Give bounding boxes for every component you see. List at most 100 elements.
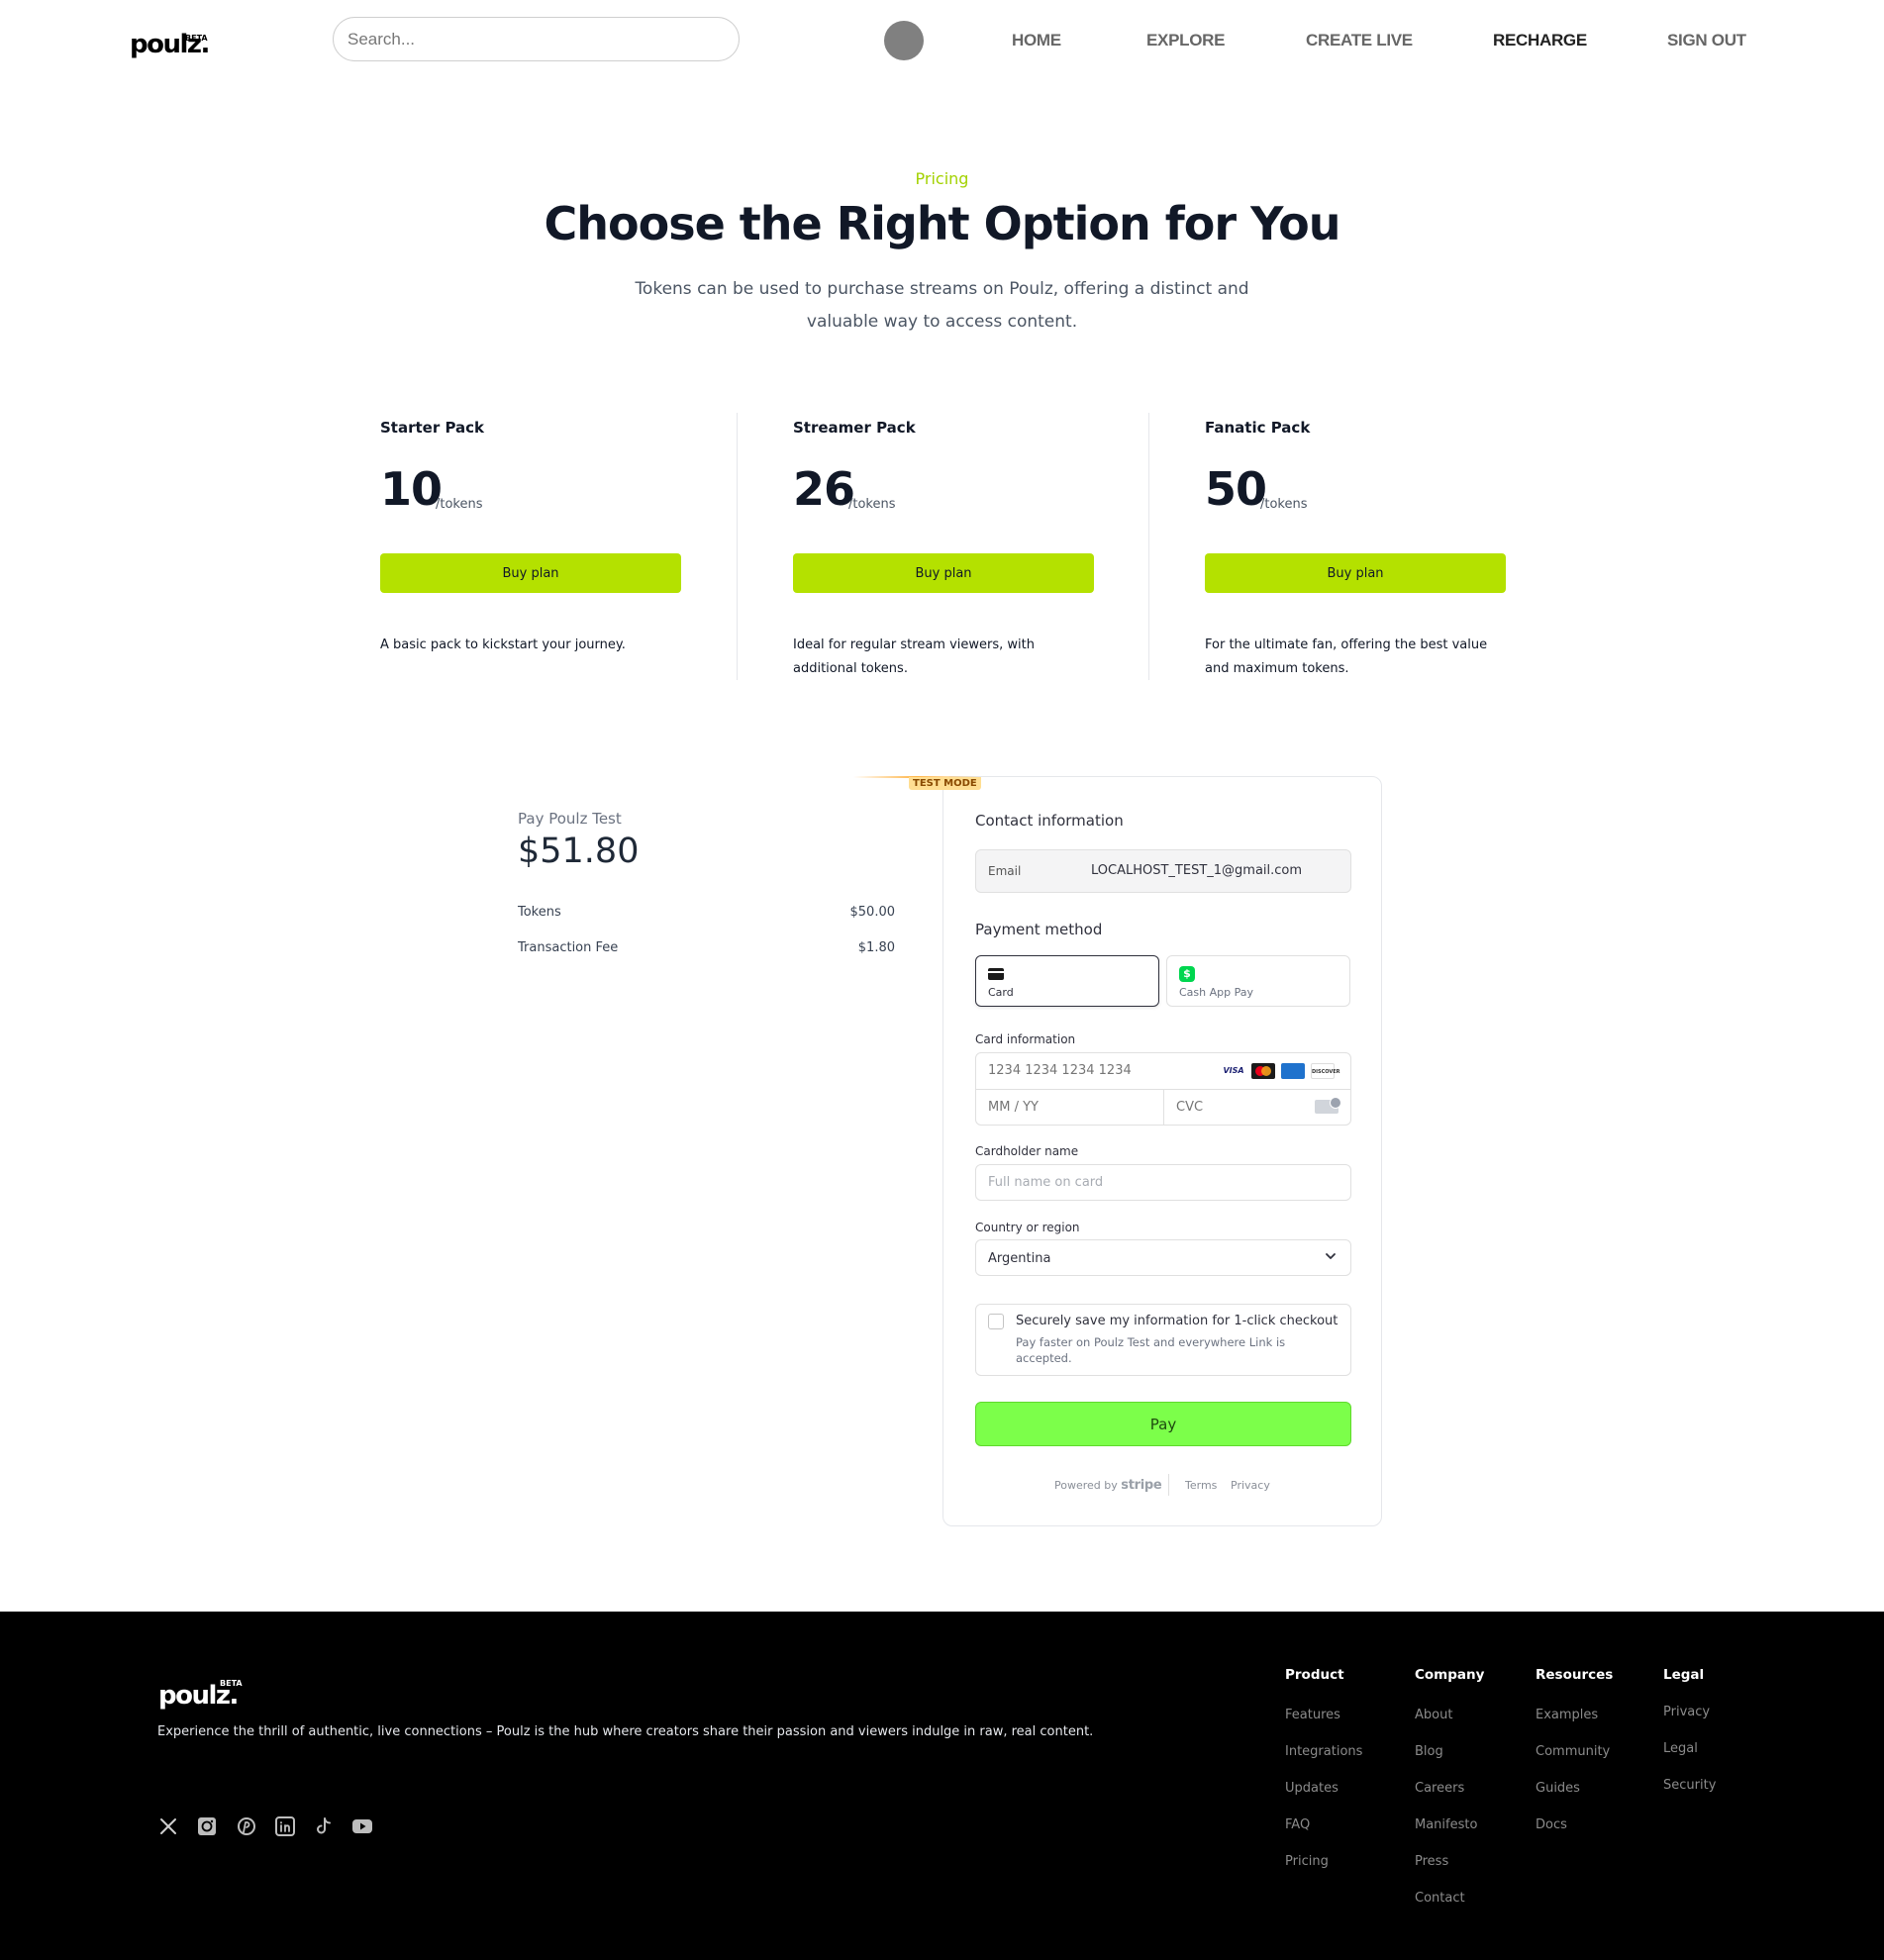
stripe-logo: stripe (1121, 1478, 1162, 1493)
footer-link[interactable]: Integrations (1285, 1744, 1362, 1759)
footer-link[interactable]: Updates (1285, 1781, 1339, 1796)
footer-link[interactable]: Contact (1415, 1891, 1465, 1906)
card-brand-icons: VISA DISCOVER (1217, 1063, 1340, 1079)
buy-plan-button-starter[interactable]: Buy plan (380, 553, 681, 593)
nav-home[interactable]: HOME (1012, 31, 1061, 50)
divider (1163, 1090, 1164, 1126)
beta-badge: BETA (185, 34, 208, 43)
powered-by-stripe[interactable]: Powered by stripe (1054, 1478, 1162, 1493)
payment-tab-card[interactable]: Card (975, 955, 1159, 1007)
terms-link[interactable]: Terms (1185, 1479, 1217, 1492)
payment-tab-cash-app[interactable]: $ Cash App Pay (1166, 955, 1350, 1007)
country-label: Country or region (975, 1221, 1080, 1234)
nav-explore[interactable]: EXPLORE (1146, 31, 1225, 50)
payment-tab-label: Cash App Pay (1179, 986, 1253, 999)
footer-link[interactable]: Examples (1536, 1708, 1598, 1722)
search-input[interactable] (333, 17, 740, 61)
email-value: LOCALHOST_TEST_1@gmail.com (1091, 863, 1303, 878)
plan-price: 10 (380, 462, 443, 516)
buy-plan-button-streamer[interactable]: Buy plan (793, 553, 1094, 593)
plan-card-starter: Starter Pack 10 Buy plan A basic pack to… (325, 413, 737, 680)
footer-link[interactable]: Legal (1663, 1741, 1698, 1756)
footer-link[interactable]: Security (1663, 1778, 1716, 1793)
line-item-label: Transaction Fee (518, 940, 619, 955)
page-subtitle: Tokens can be used to purchase streams o… (635, 279, 1249, 332)
pay-merchant-label: Pay Poulz Test (518, 810, 622, 828)
page-title: Choose the Right Option for You (544, 197, 1340, 250)
country-select[interactable]: Argentina (975, 1239, 1351, 1276)
footer-link[interactable]: FAQ (1285, 1817, 1310, 1832)
footer-link[interactable]: About (1415, 1708, 1452, 1722)
card-info-group: VISA DISCOVER (975, 1052, 1351, 1126)
footer-link[interactable]: Privacy (1663, 1705, 1710, 1719)
linkedin-icon[interactable] (275, 1816, 295, 1836)
line-item-amount: $1.80 (857, 940, 895, 955)
plan-description: A basic pack to kickstart your journey. (380, 637, 626, 652)
plan-price: 26 (793, 462, 855, 516)
footer-col-heading: Product (1285, 1667, 1344, 1683)
user-avatar[interactable] (884, 21, 924, 60)
footer-link[interactable]: Blog (1415, 1744, 1443, 1759)
nav-recharge[interactable]: RECHARGE (1493, 31, 1587, 50)
beta-badge: BETA (220, 1679, 243, 1688)
buy-plan-button-fanatic[interactable]: Buy plan (1205, 553, 1506, 593)
test-mode-badge: TEST MODE (909, 777, 981, 790)
line-item-amount: $50.00 (849, 905, 896, 920)
cvc-input[interactable] (1176, 1100, 1305, 1115)
poulz-logo[interactable]: poulz. BETA (130, 30, 210, 59)
cvc-icon (1315, 1097, 1341, 1114)
nav-sign-out[interactable]: SIGN OUT (1667, 31, 1746, 50)
card-info-label: Card information (975, 1032, 1076, 1046)
youtube-icon[interactable] (351, 1816, 373, 1836)
save-info-title: Securely save my information for 1-click… (1016, 1314, 1339, 1328)
plan-price: 50 (1205, 462, 1267, 516)
plan-unit-fanatic: /tokens (1260, 497, 1308, 512)
email-label: Email (988, 864, 1022, 878)
footer-link[interactable]: Manifesto (1415, 1817, 1477, 1832)
amex-icon (1281, 1063, 1305, 1079)
cardholder-name-input[interactable] (975, 1164, 1351, 1201)
footer-link[interactable]: Docs (1536, 1817, 1567, 1832)
site-footer: poulz. BETA Experience the thrill of aut… (0, 1612, 1884, 1960)
contact-info-heading: Contact information (975, 812, 1124, 830)
x-icon[interactable] (158, 1816, 178, 1836)
visa-icon: VISA (1222, 1063, 1245, 1079)
plan-card-streamer: Streamer Pack 26 Buy plan Ideal for regu… (737, 413, 1148, 680)
footer-link[interactable]: Press (1415, 1854, 1448, 1869)
email-field[interactable]: Email LOCALHOST_TEST_1@gmail.com (975, 849, 1351, 893)
save-info-checkbox[interactable] (988, 1314, 1004, 1329)
footer-link[interactable]: Careers (1415, 1781, 1464, 1796)
divider (1168, 1474, 1169, 1496)
plan-name: Streamer Pack (793, 419, 916, 437)
instagram-icon[interactable] (197, 1816, 217, 1836)
site-header: poulz. BETA HOME EXPLORE CREATE LIVE REC… (0, 0, 1884, 81)
footer-link[interactable]: Pricing (1285, 1854, 1329, 1869)
footer-link[interactable]: Guides (1536, 1781, 1580, 1796)
tiktok-icon[interactable] (314, 1816, 334, 1836)
footer-tagline: Experience the thrill of authentic, live… (157, 1724, 1094, 1739)
footer-logo[interactable]: poulz. BETA (158, 1679, 243, 1711)
footer-col-heading: Company (1415, 1667, 1485, 1683)
discover-icon: DISCOVER (1311, 1063, 1340, 1079)
footer-col-heading: Legal (1663, 1667, 1705, 1683)
cardholder-label: Cardholder name (975, 1144, 1079, 1158)
pay-button[interactable]: Pay (975, 1402, 1351, 1446)
plan-description: For the ultimate fan, offering the best … (1205, 637, 1488, 676)
pinterest-icon[interactable] (237, 1816, 256, 1836)
powered-by-text: Powered by (1054, 1479, 1118, 1492)
country-value: Argentina (988, 1251, 1051, 1266)
credit-card-icon (988, 968, 1004, 980)
pricing-eyebrow: Pricing (915, 169, 969, 188)
privacy-link[interactable]: Privacy (1231, 1479, 1270, 1492)
expiry-input[interactable] (988, 1100, 1156, 1115)
nav-create-live[interactable]: CREATE LIVE (1306, 31, 1413, 50)
plan-unit-starter: /tokens (436, 497, 483, 512)
plan-name: Fanatic Pack (1205, 419, 1311, 437)
footer-col-heading: Resources (1536, 1667, 1614, 1683)
save-info-option: Securely save my information for 1-click… (975, 1304, 1351, 1376)
stripe-checkout-form: Contact information Email LOCALHOST_TEST… (942, 776, 1382, 1526)
plan-card-fanatic: Fanatic Pack 50 Buy plan For the ultimat… (1148, 413, 1560, 680)
footer-link[interactable]: Features (1285, 1708, 1340, 1722)
card-number-input[interactable] (988, 1063, 1226, 1078)
footer-link[interactable]: Community (1536, 1744, 1610, 1759)
